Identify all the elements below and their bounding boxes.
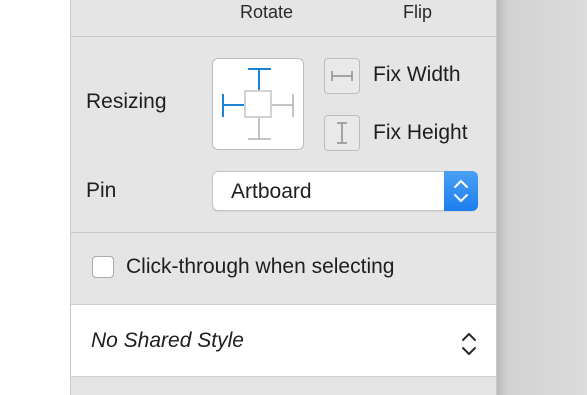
divider — [71, 36, 496, 37]
fix-width-button[interactable] — [324, 58, 360, 94]
chevron-up-down-icon — [462, 333, 476, 355]
shared-style-select[interactable]: No Shared Style — [71, 304, 496, 377]
chevron-up-down-icon — [454, 180, 468, 202]
click-through-label[interactable]: Click-through when selecting — [126, 255, 394, 279]
pin-select-stepper[interactable] — [444, 171, 478, 211]
fix-height-label: Fix Height — [373, 121, 468, 144]
pin-label: Pin — [86, 179, 117, 202]
fix-height-icon — [337, 122, 347, 144]
canvas-area — [0, 0, 70, 395]
resizing-constraints-icon — [222, 68, 294, 140]
fix-width-label: Fix Width — [373, 63, 461, 86]
pin-select-value: Artboard — [231, 180, 312, 203]
divider — [71, 232, 496, 233]
click-through-checkbox[interactable] — [92, 256, 114, 278]
fix-height-button[interactable] — [324, 115, 360, 151]
flip-label: Flip — [403, 2, 433, 22]
pin-select[interactable]: Artboard — [212, 171, 478, 211]
fix-width-icon — [331, 71, 353, 81]
shared-style-value: No Shared Style — [91, 329, 244, 352]
resizing-label: Resizing — [86, 90, 167, 113]
rotate-label: Rotate — [240, 2, 294, 22]
window-background — [497, 0, 587, 395]
inspector-panel: Rotate Flip Resizing Fix Width Fix Heigh… — [70, 0, 497, 395]
resizing-constraints-control[interactable] — [212, 58, 304, 150]
